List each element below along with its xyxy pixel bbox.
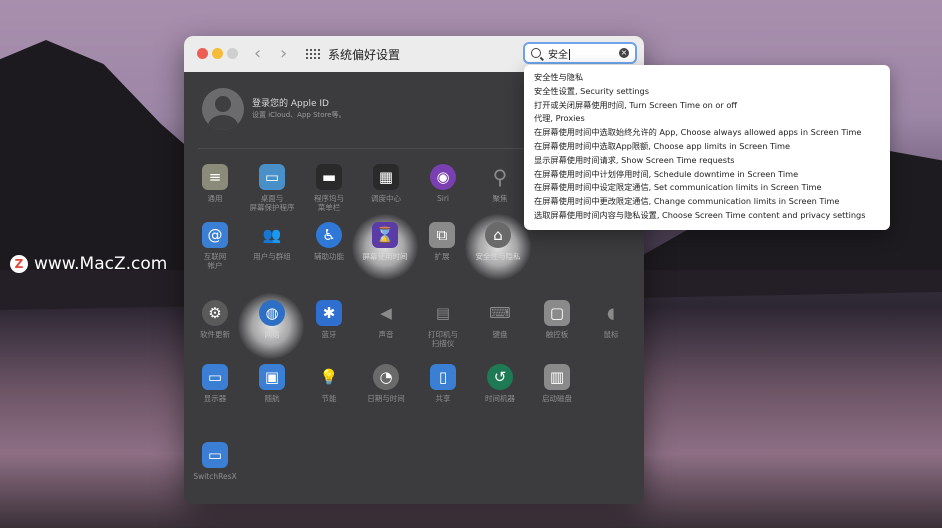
globe-icon: ◍: [259, 300, 285, 326]
close-window-button[interactable]: [197, 48, 208, 59]
suggestion-item[interactable]: 安全性设置, Security settings: [524, 85, 890, 99]
extensions-icon: ⧉: [429, 222, 455, 248]
pref-spotlight[interactable]: ⚲ 聚焦: [472, 164, 528, 203]
back-button[interactable]: ‹: [254, 43, 261, 64]
general-icon: ≡: [202, 164, 228, 190]
trackpad-icon: ▢: [544, 300, 570, 326]
watermark: Z www.MacZ.com: [10, 254, 167, 274]
suggestion-item[interactable]: 在屏幕使用时间中计划停用时间, Schedule downtime in Scr…: [524, 168, 890, 182]
avatar[interactable]: [202, 88, 244, 130]
bluetooth-icon: ✱: [316, 300, 342, 326]
pref-bluetooth[interactable]: ✱ 蓝牙: [301, 300, 357, 339]
pref-users-groups[interactable]: 👥 用户与群组: [244, 222, 300, 261]
sidecar-icon: ▣: [259, 364, 285, 390]
pref-printers[interactable]: ▤ 打印机与 扫描仪: [415, 300, 471, 348]
pref-sidecar[interactable]: ▣ 随航: [244, 364, 300, 403]
zoom-window-button[interactable]: [227, 48, 238, 59]
pref-accessibility[interactable]: ♿ 辅助功能: [301, 222, 357, 261]
speaker-icon: ◀: [380, 304, 392, 322]
users-icon: 👥: [262, 226, 282, 244]
desktop-icon: ▭: [259, 164, 285, 190]
internet-accounts-icon: @: [202, 222, 228, 248]
suggestion-item[interactable]: 显示屏幕使用时间请求, Show Screen Time requests: [524, 154, 890, 168]
keyboard-icon: ⌨: [489, 304, 511, 322]
pref-displays[interactable]: ▭ 显示器: [187, 364, 243, 403]
mission-control-icon: ▦: [373, 164, 399, 190]
suggestion-item[interactable]: 在屏幕使用时间中选取App限额, Choose app limits in Sc…: [524, 140, 890, 154]
suggestion-item[interactable]: 安全性与隐私: [524, 71, 890, 85]
pref-sharing[interactable]: ▯ 共享: [415, 364, 471, 403]
printer-icon: ▤: [435, 304, 451, 322]
suggestion-item[interactable]: 代理, Proxies: [524, 112, 890, 126]
clear-search-icon[interactable]: ×: [619, 48, 629, 58]
pref-dock[interactable]: ▬ 程序坞与 菜单栏: [301, 164, 357, 212]
suggestion-item[interactable]: 在屏幕使用时间中设定限定通信, Set communication limits…: [524, 181, 890, 195]
search-icon: [531, 48, 541, 58]
pref-keyboard[interactable]: ⌨ 键盘: [472, 300, 528, 339]
pref-security-privacy[interactable]: ⌂ 安全性与隐私: [470, 222, 526, 261]
suggestion-item[interactable]: 打开或关闭屏幕使用时间, Turn Screen Time on or off: [524, 99, 890, 113]
folder-icon: ▯: [430, 364, 456, 390]
suggestion-item[interactable]: 在屏幕使用时间中选取始终允许的 App, Choose always allow…: [524, 126, 890, 140]
pref-desktop[interactable]: ▭ 桌面与 屏幕保护程序: [244, 164, 300, 212]
pref-general[interactable]: ≡ 通用: [187, 164, 243, 203]
mouse-icon: ◖: [607, 304, 615, 322]
dock-icon: ▬: [316, 164, 342, 190]
pref-mouse[interactable]: ◖ 鼠标: [583, 300, 639, 339]
monitor-icon: ▭: [202, 442, 228, 468]
siri-icon: ◉: [430, 164, 456, 190]
pref-switchresx[interactable]: ▭ SwitchResX: [187, 442, 243, 481]
gear-icon: ⚙: [202, 300, 228, 326]
pref-time-machine[interactable]: ↺ 时间机器: [472, 364, 528, 403]
pref-mission-control[interactable]: ▦ 调度中心: [358, 164, 414, 203]
screen-time-icon: ⌛: [372, 222, 398, 248]
apple-id-subtitle: 设置 iCloud、App Store等。: [252, 111, 346, 119]
pref-screen-time[interactable]: ⌛ 屏幕使用时间: [357, 222, 413, 261]
pref-software-update[interactable]: ⚙ 软件更新: [187, 300, 243, 339]
window-title: 系统偏好设置: [328, 48, 401, 62]
lightbulb-icon: 💡: [319, 368, 339, 386]
apple-id-title[interactable]: 登录您的 Apple ID: [252, 96, 329, 109]
watermark-logo-icon: Z: [10, 255, 28, 273]
pref-trackpad[interactable]: ▢ 触控板: [529, 300, 585, 339]
clock-icon: ◔: [373, 364, 399, 390]
suggestion-item[interactable]: 在屏幕使用时间中更改限定通信, Change communication lim…: [524, 195, 890, 209]
disk-icon: ▥: [544, 364, 570, 390]
search-field[interactable]: 安全 ×: [523, 42, 637, 64]
spotlight-icon: ⚲: [492, 165, 508, 189]
show-all-grid-icon[interactable]: [306, 49, 320, 59]
search-suggestions-dropdown: 安全性与隐私 安全性设置, Security settings 打开或关闭屏幕使…: [524, 65, 890, 230]
accessibility-icon: ♿: [316, 222, 342, 248]
pref-sound[interactable]: ◀ 声音: [358, 300, 414, 339]
house-icon: ⌂: [485, 222, 511, 248]
display-icon: ▭: [202, 364, 228, 390]
pref-network[interactable]: ◍ 网络: [244, 300, 300, 339]
suggestion-item[interactable]: 选取屏幕使用时间内容与隐私设置, Choose Screen Time cont…: [524, 209, 890, 223]
watermark-text: www.MacZ.com: [34, 254, 168, 274]
search-input[interactable]: 安全: [548, 46, 570, 61]
pref-siri[interactable]: ◉ Siri: [415, 164, 471, 203]
pref-startup-disk[interactable]: ▥ 启动磁盘: [529, 364, 585, 403]
minimize-window-button[interactable]: [212, 48, 223, 59]
pref-energy-saver[interactable]: 💡 节能: [301, 364, 357, 403]
pref-extensions[interactable]: ⧉ 扩展: [414, 222, 470, 261]
forward-button[interactable]: ›: [280, 43, 287, 64]
time-machine-icon: ↺: [487, 364, 513, 390]
pref-internet-accounts[interactable]: @ 互联网 帐户: [187, 222, 243, 270]
pref-date-time[interactable]: ◔ 日期与时间: [358, 364, 414, 403]
